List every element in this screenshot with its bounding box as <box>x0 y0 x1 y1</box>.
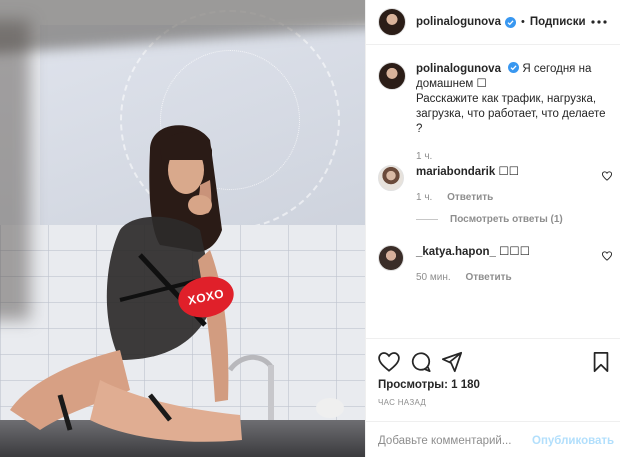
author-username[interactable]: polinalogunova <box>416 16 501 28</box>
author-avatar[interactable] <box>378 8 406 36</box>
views-count[interactable]: Просмотры: 1 180 <box>378 379 480 391</box>
following-button[interactable]: Подписки <box>530 16 586 28</box>
commenter-avatar[interactable] <box>378 165 404 191</box>
add-comment-bar: Опубликовать <box>366 421 620 459</box>
comment-item: mariabondarik ☐☐ 1 ч. Ответить <box>378 165 612 205</box>
view-replies-line <box>416 219 438 220</box>
reply-button[interactable]: Ответить <box>465 272 511 283</box>
photo-figure <box>10 125 344 442</box>
caption-body: polinalogunova Я сегодня на домашнем ☐ Р… <box>416 62 612 164</box>
view-replies-button[interactable]: Посмотреть ответы (1) <box>416 214 563 225</box>
comment-body: mariabondarik ☐☐ 1 ч. Ответить <box>416 165 612 205</box>
caption-text-line2: домашнем ☐ <box>416 78 487 90</box>
caption-text-line3: Расскажите как трафик, нагрузка, <box>416 93 597 105</box>
bookmark-icon[interactable] <box>590 351 612 373</box>
comment-body: _katya.hapon_ ☐☐☐ 50 мин. Ответить <box>416 245 612 285</box>
comment-time[interactable]: 1 ч. <box>416 192 432 203</box>
comment-time[interactable]: 50 мин. <box>416 272 451 283</box>
action-icons-row <box>378 351 612 375</box>
commenter-avatar[interactable] <box>378 245 404 271</box>
post-side-panel: polinalogunova • Подписки polinalogunova <box>365 0 620 457</box>
comment-text: ☐☐ <box>498 166 520 178</box>
caption-author-avatar[interactable] <box>378 62 406 90</box>
post-header: polinalogunova • Подписки <box>366 0 620 45</box>
add-comment-input[interactable] <box>378 434 532 447</box>
post-photo[interactable]: XOXO <box>0 0 365 457</box>
photo-foreground-blur-left <box>0 20 30 320</box>
comment-meta: 1 ч. Ответить <box>416 190 612 205</box>
verified-badge-icon <box>504 16 516 28</box>
reply-button[interactable]: Ответить <box>447 192 493 203</box>
caption-username[interactable]: polinalogunova <box>416 63 501 75</box>
post-actions-section: Просмотры: 1 180 час назад Опубликовать <box>366 338 620 458</box>
more-options-icon[interactable] <box>591 15 607 29</box>
comment-meta: 50 мин. Ответить <box>416 270 612 285</box>
caption-text-line4: загрузка, что работает, что делаете ? <box>416 108 606 135</box>
instagram-post: XOXO polinalogunova • Подписки polinalog… <box>0 0 620 457</box>
comment-like-heart-icon[interactable] <box>602 171 612 181</box>
header-dot-separator: • <box>520 16 525 28</box>
publish-button[interactable]: Опубликовать <box>532 435 614 447</box>
caption-verified-badge-icon <box>508 62 520 73</box>
view-replies-label: Посмотреть ответы (1) <box>450 214 563 225</box>
commenter-username[interactable]: _katya.hapon_ <box>416 246 496 258</box>
caption-text-line1: Я сегодня на <box>522 63 592 75</box>
caption-time[interactable]: 1 ч. <box>416 149 612 164</box>
comment-text: ☐☐☐ <box>499 246 531 258</box>
commenter-username[interactable]: mariabondarik <box>416 166 495 178</box>
post-caption: polinalogunova Я сегодня на домашнем ☐ Р… <box>378 62 612 164</box>
comment-icon[interactable] <box>410 351 432 373</box>
comment-like-heart-icon[interactable] <box>602 251 612 261</box>
comment-item: _katya.hapon_ ☐☐☐ 50 мин. Ответить <box>378 245 612 285</box>
posted-time[interactable]: час назад <box>378 398 426 407</box>
share-icon[interactable] <box>441 351 463 373</box>
heart-icon[interactable] <box>378 351 400 373</box>
